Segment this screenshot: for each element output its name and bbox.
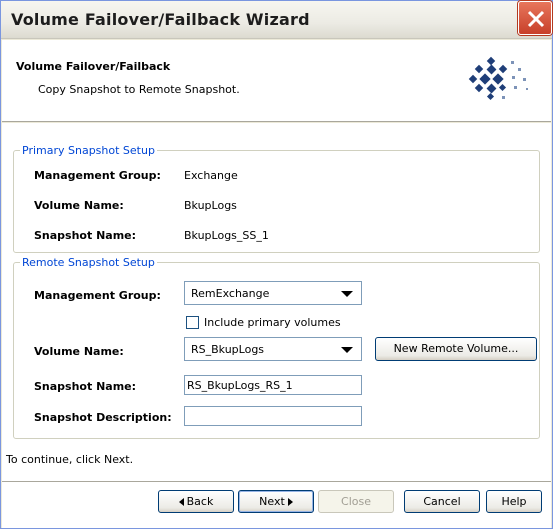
header-subtitle: Copy Snapshot to Remote Snapshot. (38, 83, 240, 96)
wizard-logo-icon (468, 56, 528, 101)
wizard-footer: Back Next Close Cancel Help (2, 482, 551, 528)
title-bar[interactable]: Volume Failover/Failback Wizard (1, 1, 552, 39)
wizard-header: Volume Failover/Failback Copy Snapshot t… (2, 40, 551, 122)
primary-group-legend: Primary Snapshot Setup (20, 144, 157, 157)
help-button[interactable]: Help (486, 490, 542, 513)
instructions-text: To continue, click Next. (6, 453, 134, 466)
back-arrow-icon (178, 498, 184, 506)
remote-volume-dropdown[interactable]: RS_BkupLogs (184, 337, 362, 361)
close-icon (527, 10, 545, 28)
primary-volume-label: Volume Name: (34, 199, 124, 212)
next-button-label: Next (259, 495, 285, 508)
remote-snapshot-name-input[interactable]: RS_BkupLogs_RS_1 (184, 375, 362, 395)
remote-volume-label: Volume Name: (34, 345, 124, 358)
remote-snapshot-group: Remote Snapshot Setup Management Group: … (13, 256, 540, 439)
window-title: Volume Failover/Failback Wizard (11, 10, 310, 29)
primary-snapshot-group: Primary Snapshot Setup Management Group:… (13, 144, 540, 253)
back-button-label: Back (186, 495, 214, 508)
next-arrow-icon (287, 498, 293, 506)
remote-mgmt-group-selected: RemExchange (191, 287, 270, 300)
remote-group-legend: Remote Snapshot Setup (20, 256, 157, 269)
primary-volume-value: BkupLogs (184, 199, 237, 212)
remote-volume-selected: RS_BkupLogs (191, 343, 265, 356)
remote-mgmt-group-label: Management Group: (34, 289, 161, 302)
include-primary-label: Include primary volumes (204, 316, 341, 329)
new-remote-volume-button[interactable]: New Remote Volume... (375, 337, 537, 361)
primary-snapshot-value: BkupLogs_SS_1 (184, 229, 269, 242)
back-button[interactable]: Back (158, 490, 234, 513)
primary-mgmt-group-label: Management Group: (34, 169, 161, 182)
cancel-button[interactable]: Cancel (404, 490, 480, 513)
header-title: Volume Failover/Failback (16, 60, 171, 73)
wizard-window: Volume Failover/Failback Wizard Volume F… (0, 0, 553, 529)
dropdown-arrow-icon (341, 347, 353, 353)
include-primary-checkbox[interactable] (186, 316, 199, 329)
primary-mgmt-group-value: Exchange (184, 169, 238, 182)
close-window-button[interactable] (518, 1, 552, 35)
primary-snapshot-label: Snapshot Name: (34, 229, 137, 242)
next-button[interactable]: Next (238, 490, 314, 513)
close-button[interactable]: Close (318, 490, 394, 513)
snapshot-description-input[interactable] (184, 406, 362, 426)
remote-snapshot-label: Snapshot Name: (34, 380, 137, 393)
dropdown-arrow-icon (341, 291, 353, 297)
remote-mgmt-group-dropdown[interactable]: RemExchange (184, 281, 362, 305)
snapshot-description-label: Snapshot Description: (34, 411, 172, 424)
wizard-content: Primary Snapshot Setup Management Group:… (2, 123, 551, 481)
